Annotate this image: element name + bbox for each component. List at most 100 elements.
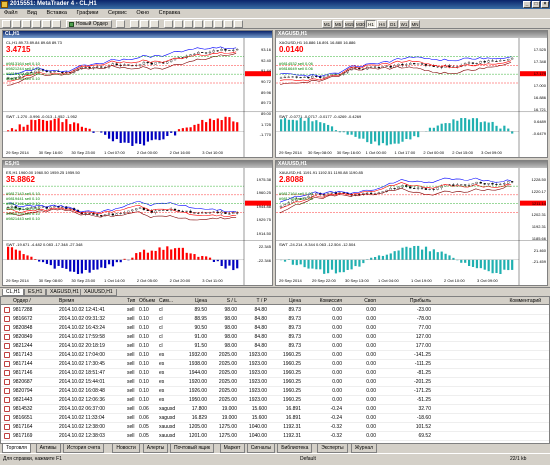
candle-body bbox=[139, 208, 141, 209]
chart-canvas-xagusd[interactable] bbox=[276, 38, 547, 157]
terminal-tab[interactable]: Почтовый ящик bbox=[170, 444, 214, 453]
order-row[interactable]: 98171442014.10.02 17:30:45sell0.10es1938… bbox=[1, 360, 549, 369]
market-watch-icon[interactable] bbox=[22, 20, 31, 28]
autoscroll-icon[interactable] bbox=[194, 20, 203, 28]
chart-tab-es[interactable]: ES,H1 bbox=[24, 289, 46, 296]
terminal-tab[interactable]: Торговля bbox=[2, 444, 31, 453]
line-chart-icon[interactable] bbox=[150, 20, 159, 28]
candlestick-icon[interactable] bbox=[140, 20, 149, 28]
terminal-tab[interactable]: Новости bbox=[112, 444, 139, 453]
menu-tools[interactable]: Сервис bbox=[104, 9, 131, 18]
column-header[interactable]: Комиссия bbox=[306, 297, 342, 305]
zoom-out-icon[interactable] bbox=[174, 20, 183, 28]
chart-canvas-es[interactable] bbox=[3, 168, 272, 285]
terminal-tab[interactable]: История счета bbox=[63, 444, 104, 453]
order-row[interactable]: 98171692014.10.02 12:38:03sell0.05xauusd… bbox=[1, 432, 549, 441]
order-row[interactable]: 98145322014.10.02 06:37:00sell0.06xagusd… bbox=[1, 405, 549, 414]
column-header[interactable]: Своп bbox=[346, 297, 376, 305]
candle-body bbox=[441, 186, 443, 188]
timeframe-h1[interactable]: H1 bbox=[366, 20, 376, 28]
order-row[interactable]: 98214432014.10.02 12:06:36sell0.10es1950… bbox=[1, 396, 549, 405]
order-row[interactable]: 98171462014.10.02 18:51:47sell0.10es1944… bbox=[1, 369, 549, 378]
column-header[interactable]: Прибыль bbox=[381, 297, 431, 305]
new-chart-icon[interactable] bbox=[2, 20, 11, 28]
chart-canvas-cl[interactable] bbox=[3, 38, 272, 157]
timeframe-d1[interactable]: D1 bbox=[388, 20, 398, 28]
column-header[interactable]: T / P bbox=[241, 297, 267, 305]
templates-icon[interactable] bbox=[234, 20, 243, 28]
order-row[interactable]: 98166512014.10.02 11:33:04sell0.06xagusd… bbox=[1, 414, 549, 423]
order-row[interactable]: 98171432014.10.02 17:04:00sell0.10es1932… bbox=[1, 351, 549, 360]
chart-window-xauusd[interactable]: XAUUSD,H1 XAUUSD,H1 1191.91 1192.51 1190… bbox=[275, 160, 548, 286]
order-row[interactable]: 98166722014.10.02 09:31:32sell0.10cl88.9… bbox=[1, 315, 549, 324]
order-row[interactable]: 98207942014.10.02 16:08:48sell0.10es1926… bbox=[1, 387, 549, 396]
menu-charts[interactable]: Графики bbox=[73, 9, 103, 18]
menu-help[interactable]: Справка bbox=[155, 9, 185, 18]
chart-tab-xagusd[interactable]: XAGUSD,H1 bbox=[46, 289, 83, 296]
chart-window-cl[interactable]: CL,H1 CL,H1 89.73 89.84 89.68 89.73 3.47… bbox=[2, 30, 273, 158]
oscillator-bar bbox=[120, 131, 122, 143]
chart-tab-xauusd[interactable]: XAUUSD,H1 bbox=[80, 289, 117, 296]
column-header[interactable]: Ордер / bbox=[13, 297, 57, 305]
order-row[interactable]: 98172882014.10.02 12:41:41sell0.10cl89.5… bbox=[1, 306, 549, 315]
order-row[interactable]: 98208492014.10.02 17:59:58sell0.10cl91.0… bbox=[1, 333, 549, 342]
timeframe-m30[interactable]: M30 bbox=[355, 20, 365, 28]
column-header[interactable]: S / L bbox=[211, 297, 237, 305]
terminal-tab[interactable]: Журнал bbox=[351, 444, 377, 453]
menu-window[interactable]: Окно bbox=[132, 9, 153, 18]
column-header[interactable]: Тип bbox=[127, 297, 137, 305]
terminal-tab[interactable]: Активы bbox=[36, 444, 61, 453]
terminal-tab[interactable]: Сигналы bbox=[247, 444, 275, 453]
terminal-tab[interactable]: Эксперты bbox=[317, 444, 347, 453]
oscillator-bar bbox=[409, 248, 411, 260]
periods-icon[interactable] bbox=[224, 20, 233, 28]
timeframe-m5[interactable]: M5 bbox=[333, 20, 343, 28]
profiles-icon[interactable] bbox=[12, 20, 21, 28]
minimize-button[interactable]: _ bbox=[523, 1, 531, 8]
column-header[interactable]: Объем bbox=[139, 297, 157, 305]
order-row[interactable]: 98208482014.10.02 16:43:24sell0.10cl90.5… bbox=[1, 324, 549, 333]
navigator-icon[interactable] bbox=[42, 20, 51, 28]
oscillator-bar bbox=[205, 122, 207, 131]
chart-canvas-xauusd[interactable] bbox=[276, 168, 547, 285]
column-header[interactable]: Комментарий bbox=[441, 297, 541, 305]
expert-advisors-icon[interactable] bbox=[116, 20, 125, 28]
order-cell: -141.25 bbox=[381, 351, 431, 360]
column-header[interactable]: Время bbox=[59, 297, 121, 305]
timeframe-mn[interactable]: MN bbox=[410, 20, 420, 28]
order-row[interactable]: 98206872014.10.02 15:44:01sell0.10es1920… bbox=[1, 378, 549, 387]
order-row[interactable]: 98171642014.10.02 12:38:00sell0.05xauusd… bbox=[1, 423, 549, 432]
menu-insert[interactable]: Вставка bbox=[43, 9, 71, 18]
tile-windows-icon[interactable] bbox=[184, 20, 193, 28]
new-order-button[interactable]: Новый Ордер bbox=[66, 20, 112, 28]
bar-chart-icon[interactable] bbox=[130, 20, 139, 28]
indicators-icon[interactable] bbox=[214, 20, 223, 28]
zoom-in-icon[interactable] bbox=[164, 20, 173, 28]
order-row[interactable]: 98212442014.10.02 20:18:19sell0.10cl91.5… bbox=[1, 342, 549, 351]
timeframe-h4[interactable]: H4 bbox=[377, 20, 387, 28]
terminal-tab[interactable]: Маркет bbox=[220, 444, 245, 453]
oscillator-bar bbox=[319, 260, 321, 270]
oscillator-bar bbox=[288, 120, 290, 132]
maximize-button[interactable]: □ bbox=[532, 1, 540, 8]
terminal-tab[interactable]: Алерты bbox=[143, 444, 169, 453]
column-header[interactable]: Сим... bbox=[159, 297, 179, 305]
terminal-tab[interactable]: Библиотека bbox=[277, 444, 312, 453]
menu-view[interactable]: Вид bbox=[23, 9, 41, 18]
column-header[interactable]: Цена bbox=[181, 297, 207, 305]
data-window-icon[interactable] bbox=[32, 20, 41, 28]
menu-file[interactable]: Файл bbox=[0, 9, 22, 18]
chart-shift-icon[interactable] bbox=[204, 20, 213, 28]
oscillator-bar bbox=[405, 247, 407, 260]
order-cell: 19.000 bbox=[211, 405, 237, 414]
timeframe-w1[interactable]: W1 bbox=[399, 20, 409, 28]
terminal-icon[interactable] bbox=[52, 20, 61, 28]
timeframe-m1[interactable]: M1 bbox=[322, 20, 332, 28]
timeframe-m15[interactable]: M15 bbox=[344, 20, 354, 28]
chart-window-xagusd[interactable]: XAGUSD,H1 XAGUSD,H1 16.886 16.891 16.880… bbox=[275, 30, 548, 158]
chart-tab-cl[interactable]: CL,H1 bbox=[2, 289, 24, 296]
order-cell: 127.00 bbox=[381, 333, 431, 342]
column-header[interactable]: Цена bbox=[269, 297, 301, 305]
close-button[interactable]: × bbox=[541, 1, 549, 8]
chart-window-es[interactable]: ES,H1 ES,H1 1960.00 1960.50 1959.25 1959… bbox=[2, 160, 273, 286]
